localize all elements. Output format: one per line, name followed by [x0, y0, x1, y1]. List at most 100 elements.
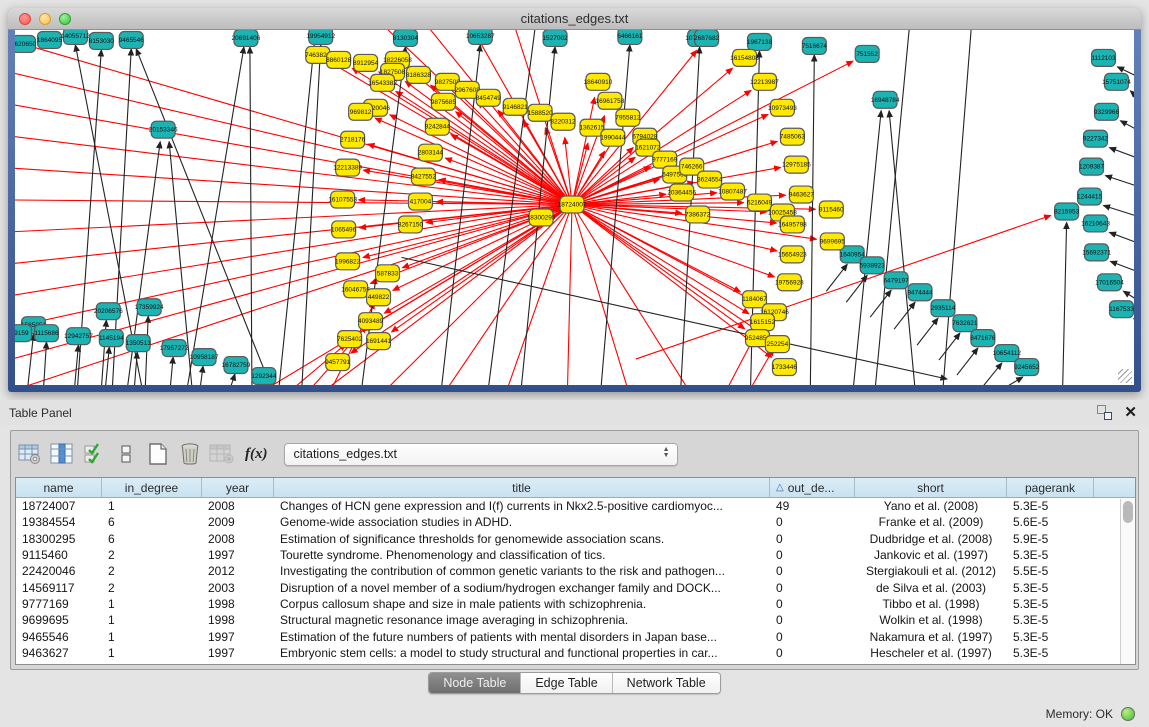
- graph-edge[interactable]: [15, 200, 572, 205]
- graph-node[interactable]: 9465546: [119, 31, 145, 48]
- close-panel-icon[interactable]: ✕: [1124, 405, 1137, 420]
- graph-node[interactable]: 19756928: [775, 274, 804, 291]
- graph-node[interactable]: 9242844: [425, 118, 451, 135]
- column-visibility-button[interactable]: [49, 441, 75, 467]
- graph-node[interactable]: 8220312: [550, 113, 576, 130]
- graph-node[interactable]: 2803144: [418, 144, 444, 161]
- graph-edge[interactable]: [230, 374, 235, 385]
- tab-node-table[interactable]: Node Table: [429, 673, 521, 693]
- graph-edge[interactable]: [870, 290, 891, 317]
- graph-edge[interactable]: [1003, 377, 1023, 385]
- row-height-button[interactable]: [113, 441, 139, 467]
- delete-table-button[interactable]: [177, 441, 203, 467]
- column-header-short[interactable]: short: [855, 478, 1007, 497]
- graph-node[interactable]: 1527002: [542, 30, 568, 46]
- graph-node[interactable]: 7625402: [337, 331, 363, 348]
- graph-node[interactable]: 9115460: [819, 201, 844, 218]
- graph-node[interactable]: 17016504: [1095, 274, 1124, 291]
- graph-node[interactable]: 18640910: [584, 73, 613, 90]
- column-header-name[interactable]: name: [16, 478, 102, 497]
- graph-node[interactable]: 9875685: [431, 93, 457, 110]
- graph-edge[interactable]: [1063, 222, 1067, 385]
- graph-node[interactable]: 10807487: [718, 183, 747, 200]
- graph-edge[interactable]: [572, 205, 764, 336]
- graph-edge[interactable]: [1106, 176, 1134, 189]
- table-row[interactable]: 2242004622012Investigating the contribut…: [16, 563, 1135, 579]
- graph-edge[interactable]: [105, 347, 109, 385]
- graph-edge[interactable]: [302, 45, 321, 385]
- table-row[interactable]: 946362711997Embryonic stem cells: a mode…: [16, 645, 1135, 661]
- graph-edge[interactable]: [15, 95, 572, 205]
- graph-node[interactable]: 2687682: [694, 30, 720, 46]
- tab-edge-table[interactable]: Edge Table: [521, 673, 612, 693]
- graph-edge[interactable]: [15, 205, 572, 375]
- graph-edge[interactable]: [875, 30, 910, 385]
- table-row[interactable]: 1872400712008Changes of HCN gene express…: [16, 498, 1135, 514]
- graph-node[interactable]: 6216049: [747, 194, 773, 211]
- select-rows-button[interactable]: [81, 441, 107, 467]
- table-row[interactable]: 911546021997Tourette syndrome. Phenomeno…: [16, 547, 1135, 563]
- graph-node[interactable]: 9474444: [907, 284, 933, 301]
- column-header-out_de[interactable]: △out_de...: [770, 478, 855, 497]
- graph-edge[interactable]: [939, 333, 960, 360]
- graph-node[interactable]: 2935114: [931, 300, 956, 317]
- graph-node[interactable]: 12975185: [782, 156, 811, 173]
- graph-edge[interactable]: [810, 55, 814, 385]
- graph-node[interactable]: 7632621: [952, 315, 978, 332]
- graph-edge[interactable]: [981, 363, 1002, 385]
- graph-node[interactable]: 16782759: [222, 357, 251, 374]
- graph-node[interactable]: 15751074: [1102, 73, 1131, 90]
- window-titlebar[interactable]: citations_edges.txt: [8, 8, 1141, 30]
- graph-node[interactable]: 16107553: [328, 191, 357, 208]
- graph-node[interactable]: 12942757: [64, 328, 93, 345]
- graph-edge[interactable]: [572, 205, 774, 277]
- tab-network-table[interactable]: Network Table: [613, 673, 720, 693]
- graph-node[interactable]: 9245652: [1014, 359, 1040, 376]
- graph-node[interactable]: 1996822: [335, 253, 361, 270]
- graph-node[interactable]: 15654923: [778, 246, 807, 263]
- graph-node[interactable]: 20364456: [667, 184, 696, 201]
- graph-edge[interactable]: [43, 342, 46, 385]
- graph-node[interactable]: 8454749: [476, 89, 502, 106]
- graph-node[interactable]: 1112103: [1091, 49, 1116, 66]
- column-header-pagerank[interactable]: pagerank: [1007, 478, 1094, 497]
- graph-node[interactable]: 16948784: [871, 91, 900, 108]
- graph-node[interactable]: 8186328: [406, 66, 432, 83]
- graph-edge[interactable]: [572, 205, 749, 314]
- graph-edge[interactable]: [1109, 148, 1134, 161]
- graph-node[interactable]: 20206576: [94, 303, 123, 320]
- graph-node[interactable]: 12213389: [333, 159, 362, 176]
- graph-node[interactable]: 39159: [15, 325, 32, 342]
- graph-node[interactable]: 1244415: [1077, 188, 1103, 205]
- graph-node[interactable]: 7386372: [685, 206, 711, 223]
- table-settings-button[interactable]: [17, 441, 43, 467]
- graph-edge[interactable]: [200, 366, 203, 385]
- graph-node[interactable]: 17359924: [135, 299, 164, 316]
- graph-node[interactable]: 8471676: [970, 330, 996, 347]
- table-selector-dropdown[interactable]: citations_edges.txt ▲▼: [284, 443, 678, 466]
- graph-node[interactable]: 3624554: [697, 171, 723, 188]
- citation-network-graph[interactable]: 2620650186409514055712815303094655462069…: [15, 30, 1134, 385]
- graph-node[interactable]: 1733446: [772, 359, 798, 376]
- graph-node[interactable]: 8130304: [393, 30, 419, 46]
- graph-node[interactable]: 16543382: [368, 74, 397, 91]
- graph-edge[interactable]: [279, 30, 317, 385]
- graph-edge[interactable]: [488, 30, 536, 385]
- graph-node[interactable]: 1967138: [747, 33, 773, 50]
- graph-node[interactable]: 17957272: [160, 340, 189, 357]
- graph-edge[interactable]: [917, 318, 938, 345]
- graph-edge[interactable]: [846, 275, 867, 302]
- graph-edge[interactable]: [15, 205, 572, 235]
- graph-node[interactable]: 1691441: [366, 333, 392, 350]
- graph-node[interactable]: 6466161: [617, 30, 643, 44]
- graph-edge[interactable]: [1110, 261, 1134, 274]
- graph-node[interactable]: 417004: [408, 193, 432, 210]
- graph-edge[interactable]: [1104, 206, 1134, 219]
- graph-edge[interactable]: [894, 302, 915, 329]
- graph-node[interactable]: 8860128: [326, 51, 352, 68]
- graph-node[interactable]: 9463627: [789, 186, 815, 203]
- graph-node[interactable]: 449822: [367, 289, 391, 306]
- graph-node[interactable]: 751552: [855, 45, 879, 62]
- graph-node[interactable]: 8267150: [398, 216, 424, 233]
- graph-node[interactable]: 6479197: [884, 272, 910, 289]
